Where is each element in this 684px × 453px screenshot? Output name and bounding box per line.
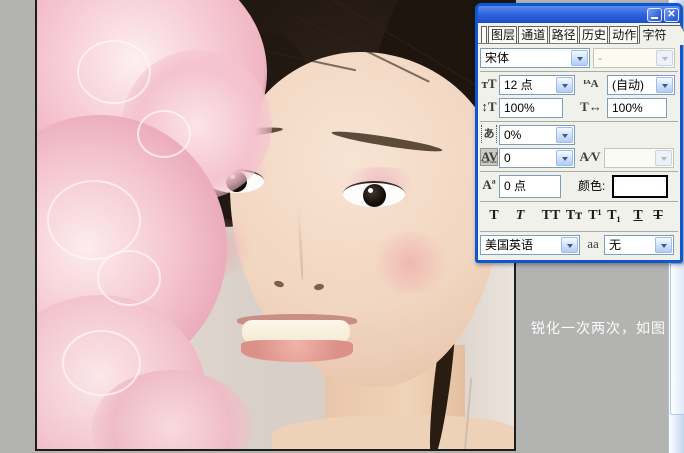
underline-button[interactable]: T (630, 206, 646, 227)
blush-shape (367, 232, 453, 294)
shoulder-shape (272, 415, 514, 449)
minimize-button[interactable] (647, 7, 662, 22)
petal-outline (137, 110, 191, 158)
color-label: 颜色: (578, 179, 606, 193)
separator (480, 171, 678, 172)
tab-layers[interactable]: 图层 (488, 26, 518, 43)
petal-outline (97, 250, 161, 306)
iris-shape (363, 184, 386, 207)
horizontal-scale-field[interactable]: 100% (607, 98, 667, 118)
language-select[interactable]: 美国英语 (480, 235, 580, 255)
petal-outline (62, 330, 141, 396)
kerning-select[interactable] (604, 148, 674, 168)
separator (480, 231, 678, 232)
panel-titlebar[interactable]: ✕ (478, 6, 680, 23)
tab-history[interactable]: 历史 (578, 26, 609, 43)
font-family-select[interactable]: 宋体 (480, 48, 590, 68)
tracking-select[interactable]: 0 (499, 148, 575, 168)
language-value: 美国英语 (485, 238, 534, 252)
chevron-down-icon[interactable] (561, 237, 578, 253)
tracking-icon[interactable]: A̲V̲ (480, 148, 498, 166)
panel-body: 宋体 - тT 12 点 ᴵᴬA (自动) ↕T 100% T↔ 100% あ … (478, 44, 680, 262)
faux-italic-button[interactable]: T (512, 206, 528, 227)
chevron-down-icon[interactable] (655, 237, 672, 253)
chevron-down-icon[interactable] (556, 77, 573, 93)
font-size-icon: тT (481, 76, 497, 91)
chevron-down-icon[interactable] (656, 77, 673, 93)
font-size-select[interactable]: 12 点 (499, 75, 575, 95)
tab-paths[interactable]: 路径 (548, 26, 578, 43)
small-caps-button[interactable]: Tᴛ (564, 206, 584, 227)
chevron-down-icon[interactable] (571, 50, 588, 66)
tsume-select[interactable]: 0% (499, 125, 575, 145)
antialias-icon: aa (587, 236, 599, 251)
close-button[interactable]: ✕ (664, 7, 679, 22)
scrollbar-thumb[interactable] (670, 263, 684, 415)
font-style-value: - (598, 51, 602, 65)
leading-select[interactable]: (自动) (607, 75, 675, 95)
tab-edge (481, 26, 487, 43)
text-color-swatch[interactable] (612, 175, 668, 198)
baseline-shift-icon: Aª (482, 177, 496, 192)
leading-value: (自动) (612, 78, 644, 92)
chevron-down-icon[interactable] (556, 150, 573, 166)
subscript-button[interactable]: T₁ (605, 206, 623, 227)
strikethrough-button[interactable]: T (650, 206, 666, 227)
panel-tab-bar: 图层 通道 路径 历史 动作 字符 ▶ (478, 23, 680, 44)
chevron-down-icon (655, 150, 672, 166)
tsume-icon: あ (481, 125, 497, 143)
petal-outline (47, 180, 141, 260)
antialias-select[interactable]: 无 (604, 235, 674, 255)
separator (480, 121, 678, 122)
font-size-value: 12 点 (504, 78, 533, 92)
tab-actions[interactable]: 动作 (609, 26, 639, 43)
tab-character[interactable]: 字符 (639, 25, 680, 44)
tracking-value: 0 (504, 151, 511, 165)
application-window: 锐化一次两次，如图 ✕ 图层 通道 路径 历史 动作 字符 宋体 - тT 12… (0, 0, 684, 453)
eye-glint (368, 188, 373, 193)
eye-shape (343, 181, 405, 207)
photo-canvas[interactable] (35, 0, 516, 451)
tsume-value: 0% (504, 128, 522, 142)
faux-bold-button[interactable]: T (486, 206, 502, 227)
chevron-down-icon[interactable] (556, 127, 573, 143)
leading-icon: ᴵᴬA (583, 78, 599, 90)
petal-outline (77, 40, 151, 104)
all-caps-button[interactable]: TT (540, 206, 562, 227)
vertical-scale-icon: ↕T (481, 99, 497, 114)
tab-channels[interactable]: 通道 (518, 26, 548, 43)
kerning-icon: A∕V (579, 149, 601, 164)
character-panel: ✕ 图层 通道 路径 历史 动作 字符 ▶ 宋体 - тT (475, 3, 683, 263)
baseline-shift-field[interactable]: 0 点 (499, 175, 561, 198)
chevron-down-icon (656, 50, 673, 66)
font-family-value: 宋体 (485, 51, 510, 65)
font-style-select[interactable]: - (593, 48, 675, 68)
lower-lip-shape (241, 340, 353, 362)
mouth-shape (237, 312, 359, 364)
horizontal-scale-icon: T↔ (580, 99, 602, 114)
separator (480, 201, 678, 202)
canvas-annotation-text: 锐化一次两次，如图 (531, 320, 666, 336)
antialias-value: 无 (609, 238, 622, 252)
vertical-scale-field[interactable]: 100% (499, 98, 563, 118)
separator (480, 71, 678, 72)
superscript-button[interactable]: T¹ (586, 206, 604, 227)
